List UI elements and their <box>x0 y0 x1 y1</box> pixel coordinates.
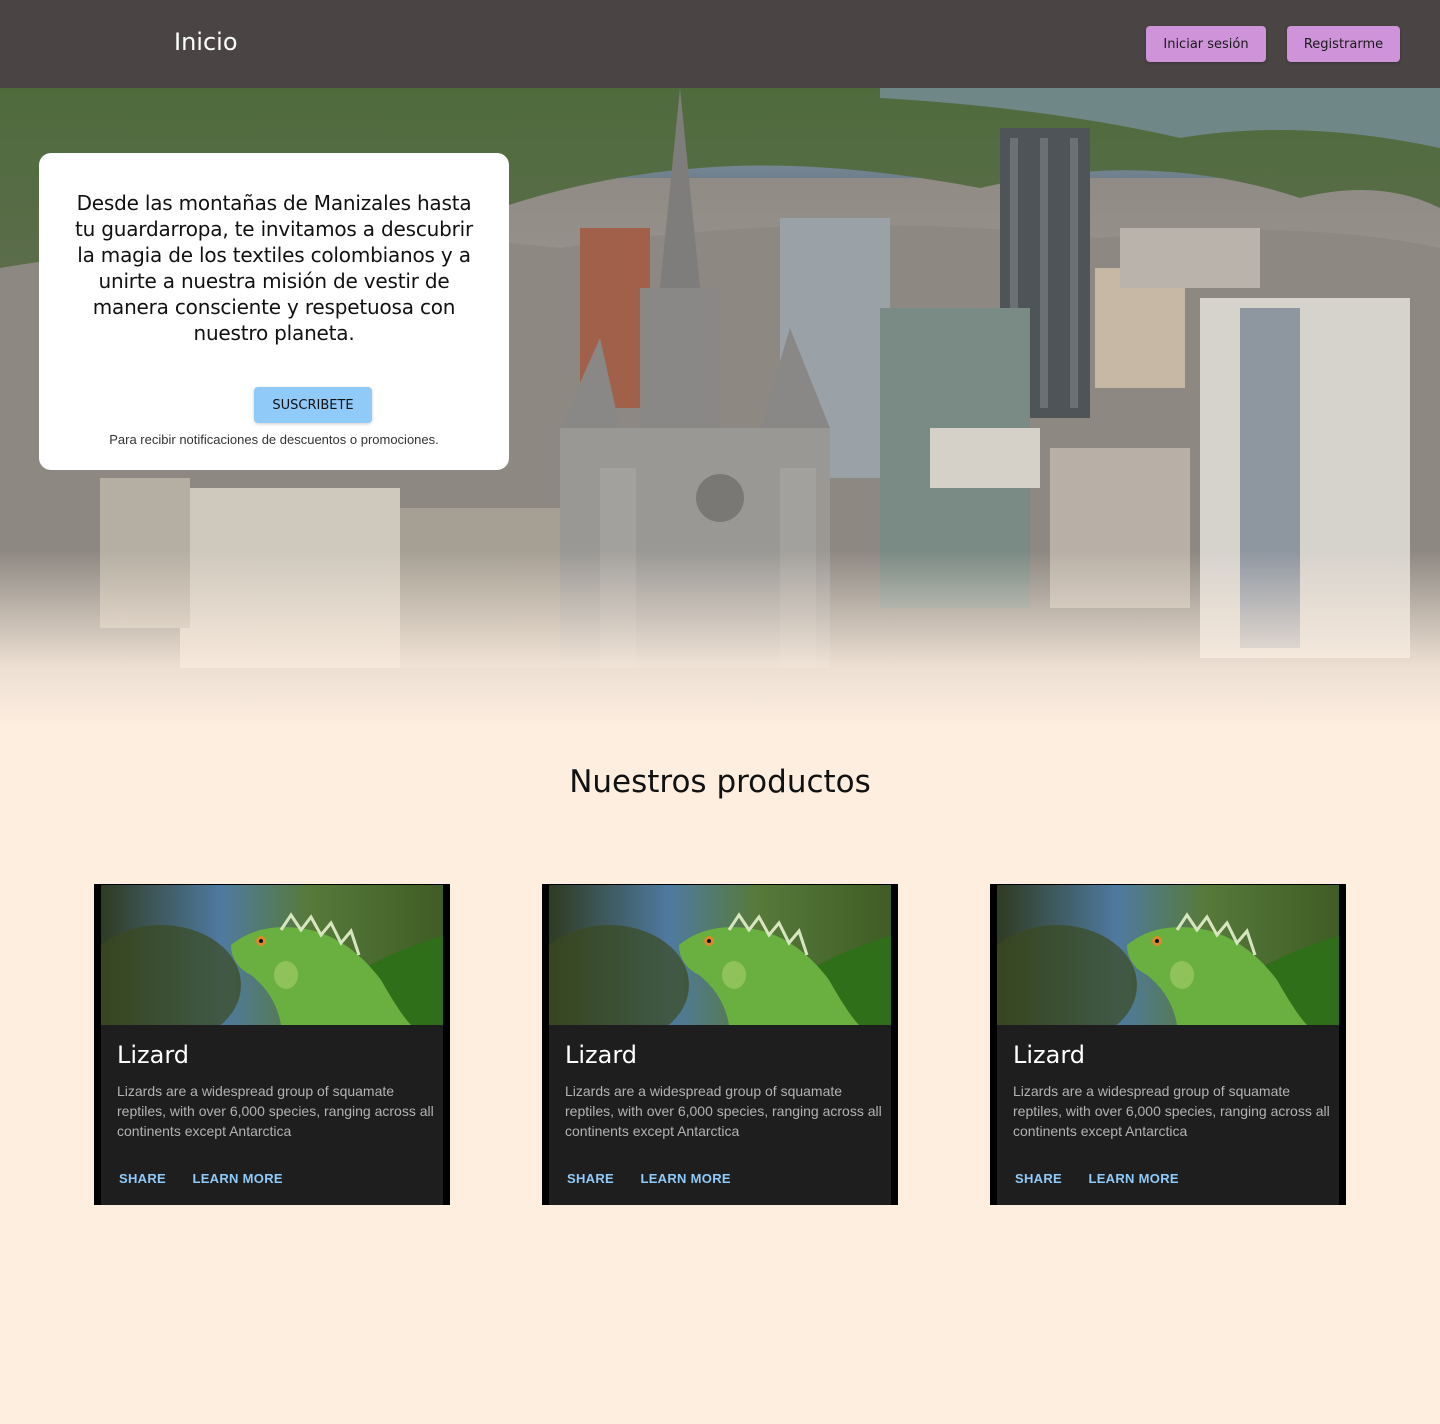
share-button[interactable]: Share <box>1007 1167 1070 1190</box>
card-description: Lizards are a widespread group of squama… <box>565 1083 882 1139</box>
subscribe-button[interactable]: SUSCRIBETE <box>254 387 372 423</box>
learn-more-button[interactable]: Learn More <box>184 1167 290 1190</box>
learn-more-button[interactable]: Learn More <box>1080 1167 1186 1190</box>
card-title: Lizard <box>117 1041 190 1069</box>
card-description: Lizards are a widespread group of squama… <box>1013 1083 1330 1139</box>
hero-card: Desde las montañas de Manizales hasta tu… <box>39 153 509 470</box>
lizard-image <box>997 885 1339 1025</box>
top-app-bar: Inicio Iniciar sesión Registrarme <box>0 0 1440 88</box>
card-actions: Share Learn More <box>111 1167 297 1190</box>
share-button[interactable]: Share <box>559 1167 622 1190</box>
product-card: Lizard Lizards are a widespread group of… <box>94 884 450 1205</box>
learn-more-button[interactable]: Learn More <box>632 1167 738 1190</box>
lizard-image <box>549 885 891 1025</box>
products-title: Nuestros productos <box>569 764 871 800</box>
login-button[interactable]: Iniciar sesión <box>1146 26 1266 62</box>
share-button[interactable]: Share <box>111 1167 174 1190</box>
product-card: Lizard Lizards are a widespread group of… <box>990 884 1346 1205</box>
register-button[interactable]: Registrarme <box>1287 26 1400 62</box>
card-title: Lizard <box>565 1041 638 1069</box>
page-title[interactable]: Inicio <box>174 28 238 56</box>
card-title: Lizard <box>1013 1041 1086 1069</box>
card-description: Lizards are a widespread group of squama… <box>117 1083 434 1139</box>
card-actions: Share Learn More <box>559 1167 745 1190</box>
lizard-image <box>101 885 443 1025</box>
hero-text: Desde las montañas de Manizales hasta tu… <box>74 191 473 345</box>
product-card: Lizard Lizards are a widespread group of… <box>542 884 898 1205</box>
card-actions: Share Learn More <box>1007 1167 1193 1190</box>
subscribe-note: Para recibir notificaciones de descuento… <box>109 432 439 447</box>
